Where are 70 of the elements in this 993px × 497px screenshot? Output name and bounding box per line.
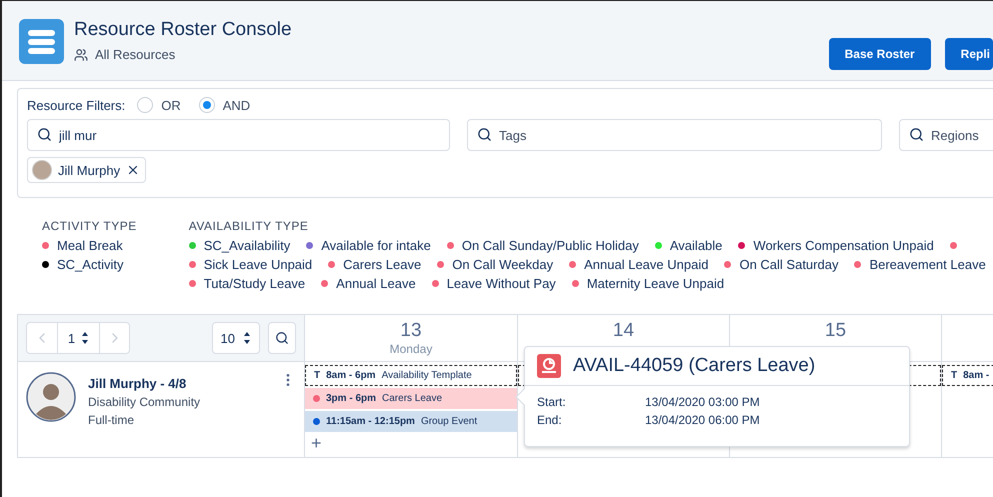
entry-label: Availability Template — [382, 370, 472, 381]
resource-type: Full-time — [88, 413, 136, 427]
legend-title: ACTIVITY TYPE — [42, 219, 137, 233]
field-label: End: — [537, 413, 563, 427]
resource-name: Jill Murphy - 4/8 — [88, 376, 188, 391]
entry-label: Group Event — [420, 416, 478, 427]
popover-title: AVAIL-44059 (Carers Leave) — [573, 355, 816, 377]
legend-title: AVAILABILITY TYPE — [188, 219, 310, 233]
legend-label: Annual Leave Unpaid — [584, 257, 708, 272]
search-field[interactable]: Tags — [467, 119, 882, 151]
entry-time: 8am - — [963, 370, 990, 381]
field-value: 13/04/2020 06:00 PM — [645, 413, 761, 427]
app-logo — [19, 19, 64, 64]
legend-label: Annual Leave — [336, 276, 416, 291]
search-field[interactable]: jill mur — [27, 119, 450, 151]
legend-label: On Call Sunday/Public Holiday — [462, 238, 639, 253]
entry-time: 3pm - 6pm — [326, 393, 376, 404]
selected-chip: Jill Murphy — [27, 157, 146, 183]
field-label: Start: — [537, 395, 567, 409]
entry-time: 8am - 6pm — [326, 370, 376, 381]
legend-label: Maternity Leave Unpaid — [586, 276, 724, 291]
legend-label: Tuta/Study Leave — [204, 276, 306, 291]
day-number: 14 — [612, 320, 634, 342]
legend-label: On Call Saturday — [739, 257, 838, 272]
legend-label: SC_Availability — [204, 238, 290, 253]
header-button[interactable]: Base Roster — [828, 38, 931, 70]
users-icon — [74, 48, 88, 62]
app-title: Resource Roster Console — [74, 19, 292, 41]
legend-label: Leave Without Pay — [446, 276, 556, 291]
page-number: 1 — [68, 330, 76, 346]
day-number: 13 — [400, 320, 422, 342]
legend-label: Workers Compensation Unpaid — [753, 238, 934, 253]
search-icon — [275, 331, 289, 345]
spinner-icon[interactable] — [81, 331, 90, 345]
legend-label: Available — [670, 238, 722, 253]
header-button[interactable]: Repli — [944, 38, 993, 70]
avatar-icon — [32, 160, 52, 180]
legend-label: On Call Weekday — [452, 257, 554, 272]
search-icon — [37, 127, 52, 142]
radio-button[interactable] — [198, 97, 215, 113]
spinner-icon — [243, 331, 251, 345]
template-bar[interactable]: T 8am - — [942, 365, 993, 386]
radio-button[interactable] — [137, 97, 154, 113]
weekday: Monday — [390, 342, 432, 356]
calendar-icon — [537, 354, 561, 378]
avatar-icon — [26, 372, 76, 422]
search-button[interactable] — [268, 322, 296, 354]
search-icon — [909, 127, 924, 142]
radio-label: AND — [222, 98, 250, 112]
subtitle: All Resources — [95, 47, 176, 62]
legend-label: Carers Leave — [343, 257, 422, 272]
resource-team: Disability Community — [88, 395, 202, 409]
page-size-field[interactable]: 10 — [212, 322, 260, 354]
search-icon — [477, 127, 492, 142]
calendar-entry[interactable]: 11:15am - 12:15pm Group Event — [305, 411, 517, 432]
legend-label: Available for intake — [321, 238, 431, 253]
add-button[interactable]: + — [305, 434, 328, 452]
day-number: 15 — [824, 320, 846, 342]
filter-label: Resource Filters: — [27, 98, 126, 112]
radio-label: OR — [161, 98, 181, 112]
legend-label: Bereavement Leave — [869, 257, 986, 272]
search-field[interactable]: Regions — [899, 119, 993, 151]
calendar-entry[interactable]: 3pm - 6pm Carers Leave — [305, 388, 517, 409]
legend-label: SC_Activity — [57, 257, 124, 272]
legend-label: Sick Leave Unpaid — [204, 257, 312, 272]
template-bar[interactable]: T 8am - 6pm Availability Template — [305, 365, 517, 386]
entry-time: 11:15am - 12:15pm — [326, 416, 415, 427]
legend-label: Meal Break — [57, 238, 123, 253]
entry-label: Carers Leave — [382, 393, 442, 404]
field-value: 13/04/2020 03:00 PM — [645, 395, 761, 409]
